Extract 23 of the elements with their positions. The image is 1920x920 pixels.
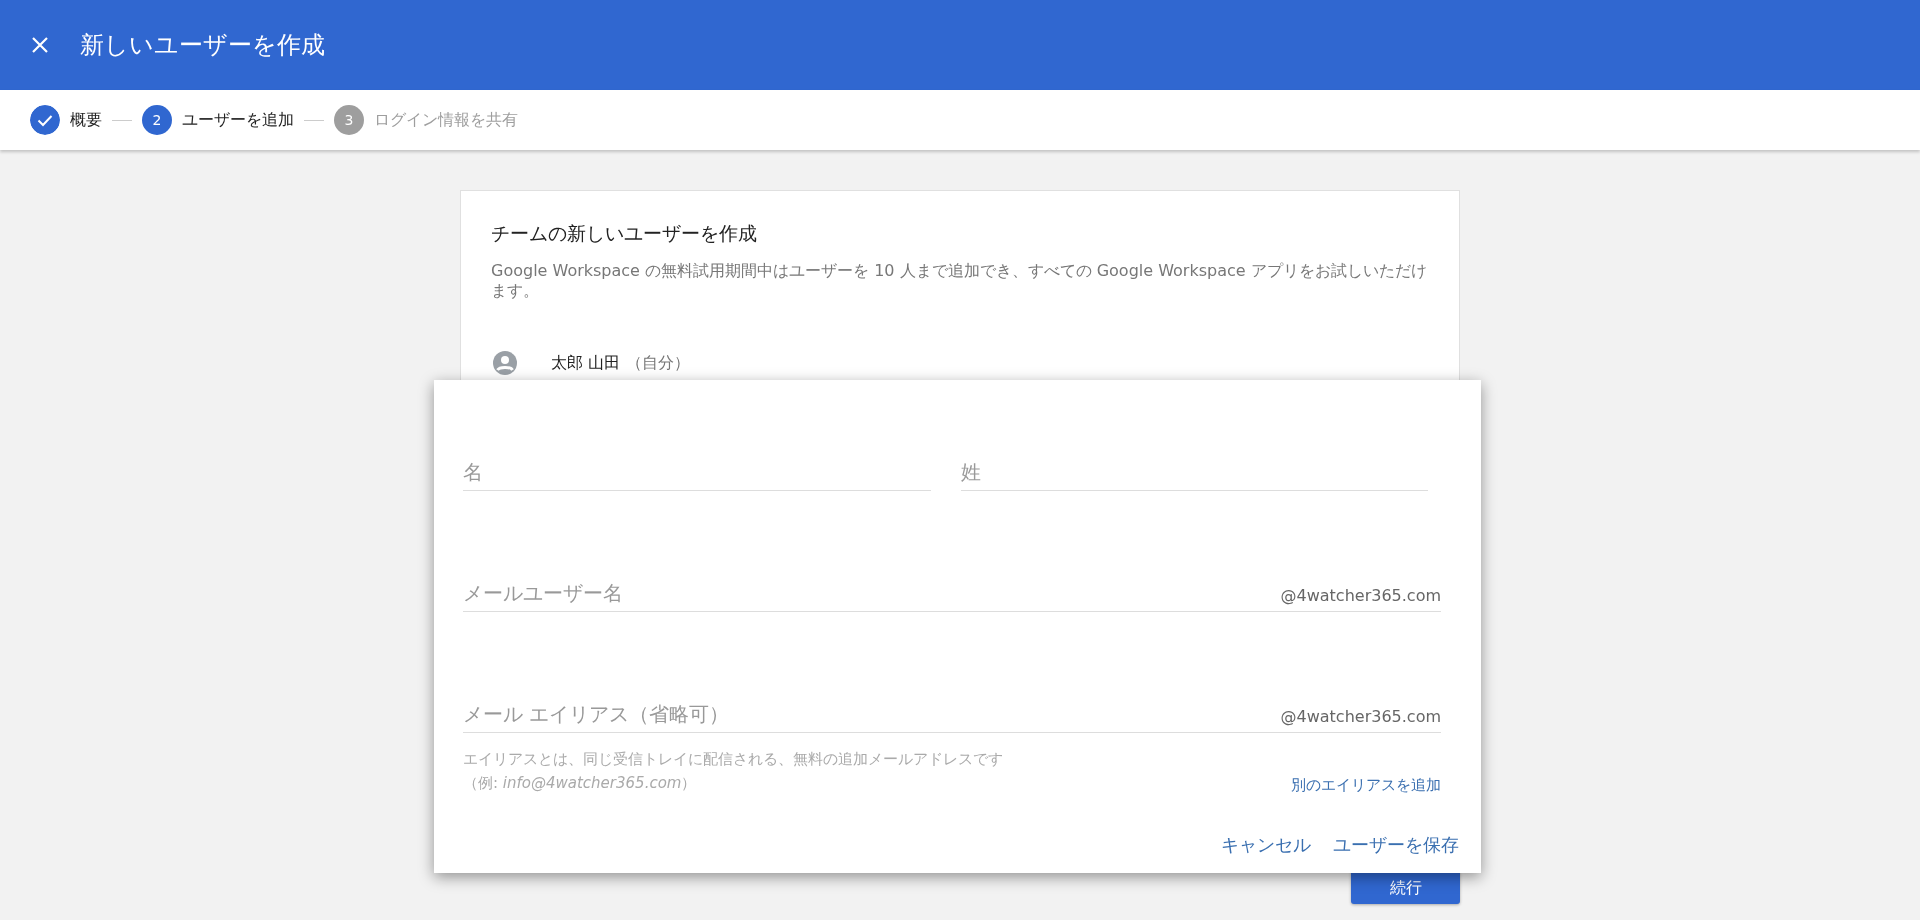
card-description: Google Workspace の無料試用期間中はユーザーを 10 人まで追加でき、すべての Google Workspace アプリをお試しいただけます。 xyxy=(491,261,1428,301)
input-field[interactable]: 姓 xyxy=(960,460,1428,490)
help-text: エイリアスとは、同じ受信トレイに配信される、無料の追加メールアドレスです xyxy=(463,749,1003,770)
step-number: 2 xyxy=(142,105,172,135)
card-title: チームの新しいユーザーを作成 xyxy=(491,221,758,246)
help-text: （例: info@4watcher365.com） xyxy=(463,773,698,794)
dialog-button[interactable]: ユーザーを保存 xyxy=(1325,829,1467,861)
domain-suffix: @4watcher365.com xyxy=(1280,707,1441,728)
input-field[interactable]: メール エイリアス（省略可） xyxy=(463,702,1281,732)
step-label[interactable]: ログイン情報を共有 xyxy=(374,109,518,131)
step-label[interactable]: 概要 xyxy=(70,109,102,131)
input-field[interactable]: 名 xyxy=(463,460,931,490)
user-name: 太郎 山田 xyxy=(551,352,621,374)
window-title: 新しいユーザーを作成 xyxy=(80,30,325,61)
domain-suffix: @4watcher365.com xyxy=(1280,586,1441,607)
dialog-button[interactable]: キャンセル xyxy=(1213,829,1319,861)
user-note: （自分） xyxy=(626,352,691,374)
step-label[interactable]: ユーザーを追加 xyxy=(182,109,294,131)
add-alias-link[interactable]: 別のエイリアスを追加 xyxy=(1291,776,1441,795)
input-field[interactable]: メールユーザー名 xyxy=(463,581,1281,611)
step-number: 3 xyxy=(334,105,364,135)
avatar-icon xyxy=(493,351,517,375)
close-icon[interactable] xyxy=(30,35,50,55)
